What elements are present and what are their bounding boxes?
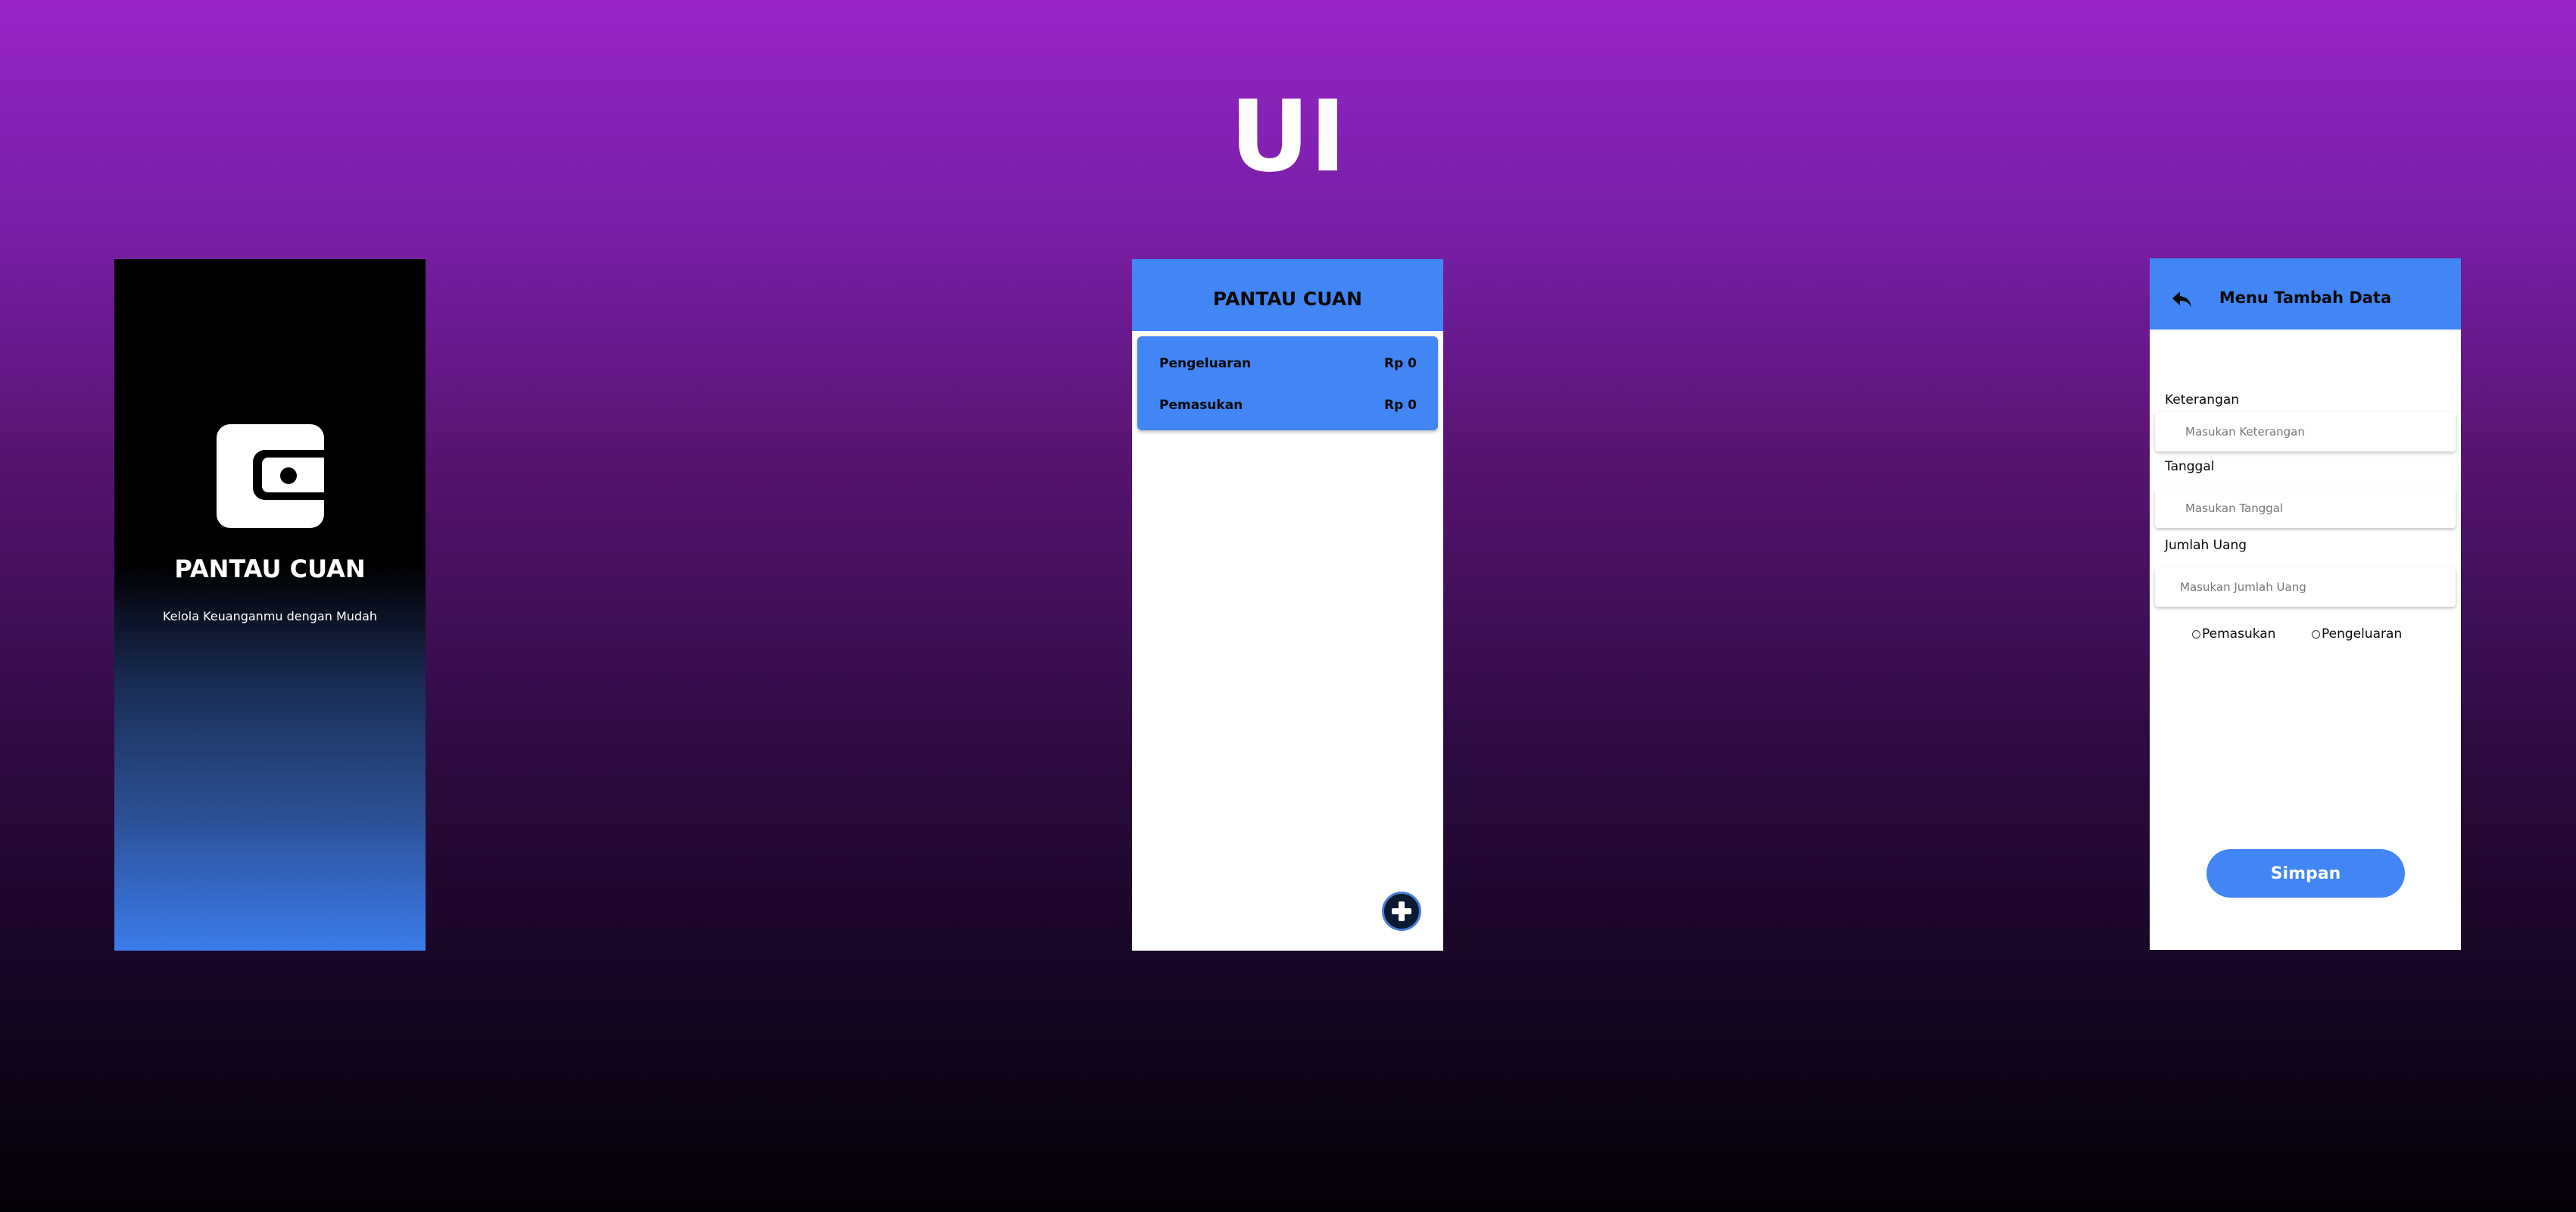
tanggal-label: Tanggal [2165,459,2215,474]
jumlah-uang-label: Jumlah Uang [2165,538,2247,553]
save-button[interactable]: Simpan [2206,849,2405,898]
app-bar: PANTAU CUAN [1132,259,1443,331]
summary-row-income: Pemasukan Rp 0 [1159,398,1417,413]
radio-pemasukan[interactable]: Pemasukan [2192,626,2275,642]
summary-label: Pengeluaran [1159,356,1252,371]
splash-screen: PANTAU CUAN Kelola Keuanganmu dengan Mud… [114,259,426,951]
tanggal-field-container [2155,489,2456,528]
home-screen: PANTAU CUAN Pengeluaran Rp 0 Pemasukan R… [1132,259,1443,951]
summary-amount: Rp 0 [1383,398,1417,413]
app-tagline: Kelola Keuanganmu dengan Mudah [162,609,378,623]
summary-row-expense: Pengeluaran Rp 0 [1159,356,1417,371]
radio-circle-icon [2192,629,2200,639]
add-data-screen: Menu Tambah Data Keterangan Tanggal Juml… [2150,258,2461,950]
tanggal-input[interactable] [2155,489,2456,528]
summary-amount: Rp 0 [1383,356,1417,371]
wallet-icon [217,424,324,528]
jumlah-uang-field-container [2155,567,2456,607]
app-bar-title: PANTAU CUAN [1212,288,1363,310]
keterangan-label: Keterangan [2165,392,2240,408]
app-bar: Menu Tambah Data [2150,258,2461,330]
radio-label: Pengeluaran [2322,626,2403,642]
jumlah-uang-input[interactable] [2155,567,2456,607]
app-bar-title: Menu Tambah Data [2219,289,2392,307]
app-name: PANTAU CUAN [174,554,366,583]
page-title: UI [1230,79,1346,194]
radio-label: Pemasukan [2202,626,2276,642]
keterangan-field-container [2155,412,2456,451]
radio-circle-icon [2312,629,2320,639]
summary-label: Pemasukan [1159,398,1243,413]
keterangan-input[interactable] [2155,412,2456,451]
radio-pengeluaran[interactable]: Pengeluaran [2312,626,2402,642]
summary-card: Pengeluaran Rp 0 Pemasukan Rp 0 [1137,336,1438,430]
add-data-button[interactable] [1382,892,1421,931]
